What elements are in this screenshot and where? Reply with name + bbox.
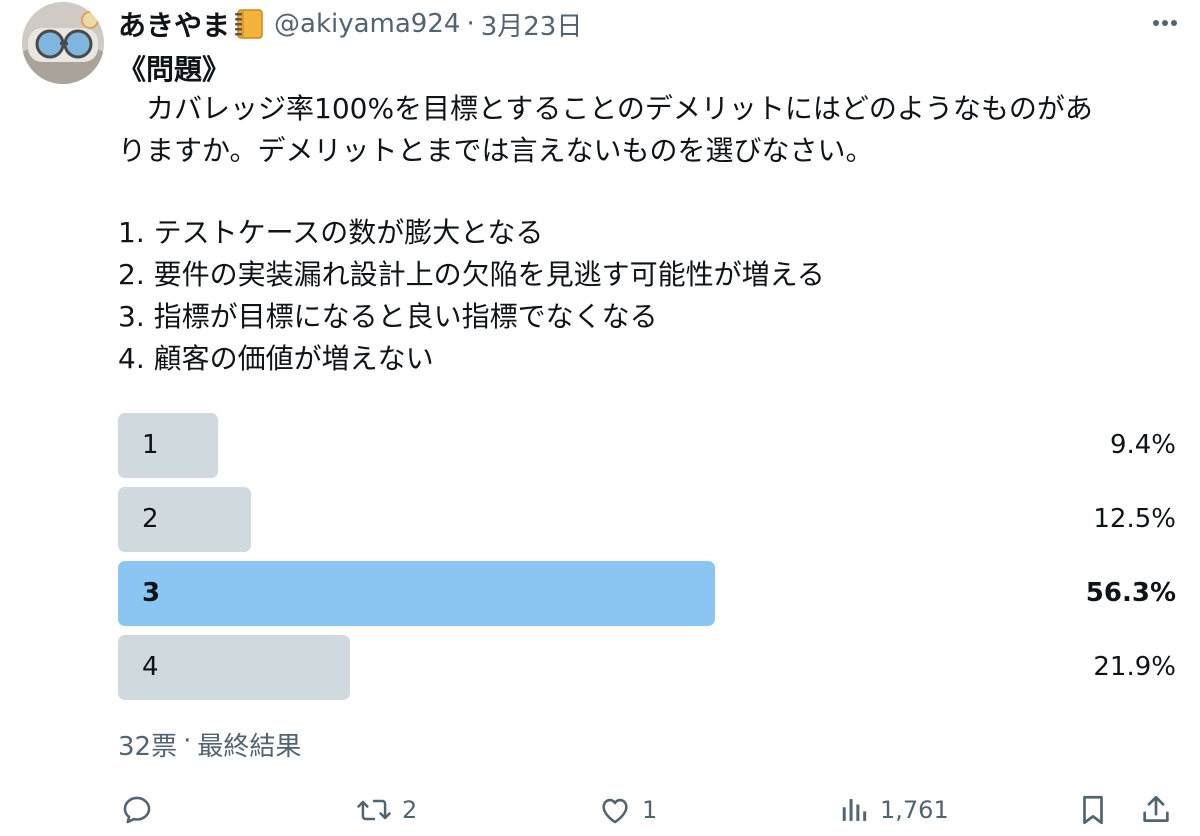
author-handle[interactable]: @akiyama924 <box>274 9 460 39</box>
poll-option-label: 2 <box>142 504 159 534</box>
heart-icon <box>598 793 632 827</box>
poll-option-percent: 12.5% <box>1093 504 1176 534</box>
share-icon <box>1140 793 1172 827</box>
avatar[interactable] <box>22 2 104 84</box>
like-count: 1 <box>642 796 658 824</box>
tweet-line-2: りますか。デメリットとまでは言えないものを選びなさい。 <box>118 134 874 167</box>
retweet-button[interactable]: 2 <box>356 786 417 834</box>
poll-option-2[interactable]: 2 12.5% <box>118 487 1178 552</box>
poll-option-label: 3 <box>142 578 161 608</box>
poll-bar <box>118 413 218 478</box>
share-button[interactable] <box>1140 786 1172 834</box>
more-options-icon[interactable] <box>1150 8 1180 38</box>
action-bar: 2 1 1,761 <box>118 786 1178 834</box>
tweet-choice-2: 2. 要件の実装漏れ設計上の欠陥を見逃す可能性が増える <box>118 258 825 291</box>
poll-option-label: 1 <box>142 430 159 460</box>
reply-button[interactable] <box>120 786 164 834</box>
poll-option-percent: 56.3% <box>1085 578 1176 608</box>
poll-vote-count: 32票 <box>118 732 178 762</box>
notebook-emoji-icon <box>232 7 266 41</box>
poll-option-3[interactable]: 3 56.3% <box>118 561 1178 626</box>
bookmark-button[interactable] <box>1078 786 1108 834</box>
poll: 1 9.4% 2 12.5% 3 56.3% 4 21.9% <box>118 413 1178 709</box>
views-button[interactable]: 1,761 <box>840 786 949 834</box>
tweet-choice-4: 4. 顧客の価値が増えない <box>118 342 434 375</box>
header-separator: · <box>466 9 475 39</box>
avatar-image <box>22 2 104 84</box>
poll-option-4[interactable]: 4 21.9% <box>118 635 1178 700</box>
views-count: 1,761 <box>880 796 949 824</box>
like-button[interactable]: 1 <box>598 786 657 834</box>
retweet-icon <box>356 793 392 827</box>
poll-option-percent: 9.4% <box>1109 430 1176 460</box>
tweet-choice-3: 3. 指標が目標になると良い指標でなくなる <box>118 300 658 333</box>
tweet-title: 《問題》 <box>118 53 231 86</box>
tweet-text: 《問題》 カバレッジ率100%を目標とすることのデメリットにはどのようなものがあ… <box>118 52 1178 380</box>
tweet-header: あきやま @akiyama924 · 3月23日 <box>118 4 582 44</box>
poll-bar <box>118 561 715 626</box>
bookmark-icon <box>1078 793 1108 827</box>
tweet-line-1: カバレッジ率100%を目標とすることのデメリットにはどのようなものがあ <box>118 92 1093 125</box>
poll-option-1[interactable]: 1 9.4% <box>118 413 1178 478</box>
poll-bar <box>118 487 251 552</box>
tweet-choice-1: 1. テストケースの数が膨大となる <box>118 216 544 249</box>
reply-icon <box>120 793 154 827</box>
poll-option-label: 4 <box>142 652 159 682</box>
poll-option-percent: 21.9% <box>1093 652 1176 682</box>
poll-status: 最終結果 <box>197 732 302 762</box>
poll-meta-separator: · <box>183 726 192 756</box>
author-name[interactable]: あきやま <box>118 4 230 44</box>
poll-meta: 32票 · 最終結果 <box>118 726 301 763</box>
tweet-date[interactable]: 3月23日 <box>481 6 583 43</box>
views-icon <box>840 793 870 827</box>
retweet-count: 2 <box>402 796 418 824</box>
